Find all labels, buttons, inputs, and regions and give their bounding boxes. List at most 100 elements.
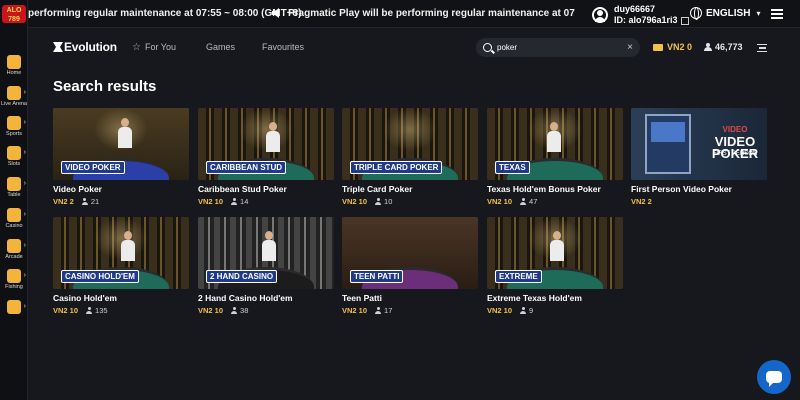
min-bet: VN2 2: [631, 197, 652, 206]
game-card[interactable]: TEEN PATTI Teen Patti VN2 10 17: [342, 217, 478, 315]
language-selector[interactable]: ENGLISH ▾: [690, 7, 760, 20]
game-thumbnail[interactable]: EXTREME: [487, 217, 623, 289]
chevron-right-icon: ›: [23, 180, 26, 187]
copy-icon[interactable]: [680, 16, 689, 25]
min-bet: VN2 10: [53, 306, 79, 315]
evolution-mark-icon: [53, 42, 63, 52]
sidebar-item-arcade[interactable]: Arcade ›: [0, 239, 28, 260]
tab-favourites[interactable]: Favourites: [262, 42, 304, 52]
search-input[interactable]: [497, 43, 628, 52]
sidebar-item-fishing[interactable]: Fishing ›: [0, 269, 28, 290]
players-icon: [704, 43, 712, 51]
username: duy66667: [614, 4, 656, 14]
player-count: 17: [384, 306, 393, 315]
players-icon: [231, 307, 238, 314]
game-thumbnail[interactable]: VIDEO VIDEO POKER FIRST PERSON: [631, 108, 767, 180]
game-card[interactable]: TEXAS Texas Hold'em Bonus Poker VN2 10 47: [487, 108, 623, 206]
players-icon: [520, 198, 527, 205]
search-icon: [483, 43, 492, 52]
player-count: 21: [90, 197, 100, 206]
language-label: ENGLISH: [706, 7, 751, 19]
wallet-icon: [653, 43, 663, 51]
sidebar-item-table[interactable]: Table ›: [0, 177, 28, 198]
game-card[interactable]: 2 HAND CASINO 2 Hand Casino Hold'em VN2 …: [198, 217, 334, 315]
balance-value: VN2 0: [667, 42, 693, 52]
sidebar-item-label: Sports: [6, 131, 22, 137]
game-title: Teen Patti: [342, 293, 382, 303]
clear-search-icon[interactable]: ×: [627, 42, 633, 53]
arcade-icon: [7, 239, 21, 253]
player-count: 9: [529, 306, 534, 315]
player-count: 38: [240, 306, 249, 315]
chevron-right-icon: ›: [23, 149, 26, 156]
user-info[interactable]: duy66667 ID: alo796a1ri3: [592, 4, 689, 26]
search-box: ×: [476, 38, 640, 57]
tab-for-you[interactable]: ☆ For You: [132, 42, 176, 53]
chevron-right-icon: ›: [23, 211, 26, 218]
chevron-right-icon: ›: [23, 303, 26, 310]
game-badge: TEEN PATTI: [350, 270, 404, 283]
player-count: 10: [384, 197, 393, 206]
chevron-right-icon: ›: [23, 119, 26, 126]
game-title: Casino Hold'em: [53, 293, 117, 303]
game-title: Caribbean Stud Poker: [198, 184, 287, 194]
sidebar-item-label: Home: [6, 70, 22, 76]
game-thumbnail[interactable]: TRIPLE CARD POKER: [342, 108, 478, 180]
speaker-icon: [272, 8, 279, 18]
chevron-right-icon: ›: [23, 89, 26, 96]
game-badge: EXTREME: [495, 270, 542, 283]
player-count: 14: [240, 197, 249, 206]
game-title: Video Poker: [53, 184, 102, 194]
player-count: 135: [95, 306, 108, 315]
announcement-text-2: Pragmatic Play will be performing regula…: [288, 8, 575, 19]
game-thumbnail[interactable]: TEEN PATTI: [342, 217, 478, 289]
sidebar: ALO 789 Home Live Arena › Sports › Slots…: [0, 0, 28, 400]
chevron-right-icon: ›: [23, 272, 26, 279]
slots-icon: [7, 146, 21, 160]
page-title: Search results: [53, 78, 157, 95]
players-count: 46,773: [715, 42, 743, 52]
game-thumbnail[interactable]: TEXAS: [487, 108, 623, 180]
players-icon: [520, 307, 527, 314]
game-thumbnail[interactable]: VIDEO POKER: [53, 108, 189, 180]
tab-games[interactable]: Games: [206, 42, 235, 52]
globe-icon: [690, 7, 702, 20]
filter-menu-icon[interactable]: [757, 44, 767, 52]
sidebar-item-live-arena[interactable]: Live Arena ›: [0, 86, 28, 107]
sidebar-item-support[interactable]: ›: [0, 300, 28, 314]
game-badge: 2 HAND CASINO: [206, 270, 278, 283]
sidebar-item-label: Table: [7, 192, 21, 198]
sports-icon: [7, 116, 21, 130]
game-card[interactable]: VIDEO VIDEO POKER FIRST PERSON First Perso…: [631, 108, 767, 206]
sidebar-item-sports[interactable]: Sports ›: [0, 116, 28, 137]
players-icon: [375, 307, 382, 314]
sidebar-item-label: Live Arena: [1, 101, 27, 107]
evolution-logo[interactable]: Evolution: [53, 40, 117, 54]
game-badge: VIDEO POKER: [61, 161, 125, 174]
sidebar-item-casino[interactable]: Casino ›: [0, 208, 28, 229]
players-icon: [375, 198, 382, 205]
fishing-icon: [7, 269, 21, 283]
game-card[interactable]: TRIPLE CARD POKER Triple Card Poker VN2 …: [342, 108, 478, 206]
live-arena-icon: [7, 86, 21, 100]
min-bet: VN2 10: [342, 306, 368, 315]
game-card[interactable]: EXTREME Extreme Texas Hold'em VN2 10 9: [487, 217, 623, 315]
sidebar-item-home[interactable]: Home: [0, 55, 28, 76]
game-title: First Person Video Poker: [631, 184, 732, 194]
game-title: 2 Hand Casino Hold'em: [198, 293, 293, 303]
game-title: Triple Card Poker: [342, 184, 413, 194]
game-thumbnail[interactable]: CASINO HOLD'EM: [53, 217, 189, 289]
player-count: 47: [529, 197, 538, 206]
game-card[interactable]: CARIBBEAN STUD Caribbean Stud Poker VN2 …: [198, 108, 334, 206]
brand-name: Evolution: [64, 40, 117, 54]
game-card[interactable]: VIDEO POKER Video Poker VN2 2 21: [53, 108, 189, 206]
game-card[interactable]: CASINO HOLD'EM Casino Hold'em VN2 10 135: [53, 217, 189, 315]
sidebar-item-slots[interactable]: Slots ›: [0, 146, 28, 167]
game-thumbnail[interactable]: 2 HAND CASINO: [198, 217, 334, 289]
players-icon: [86, 307, 93, 314]
sidebar-item-label: Arcade: [5, 254, 23, 260]
hamburger-menu-icon[interactable]: [771, 9, 783, 19]
game-thumbnail[interactable]: CARIBBEAN STUD: [198, 108, 334, 180]
game-badge: CARIBBEAN STUD: [206, 161, 286, 174]
live-chat-button[interactable]: [757, 360, 791, 394]
